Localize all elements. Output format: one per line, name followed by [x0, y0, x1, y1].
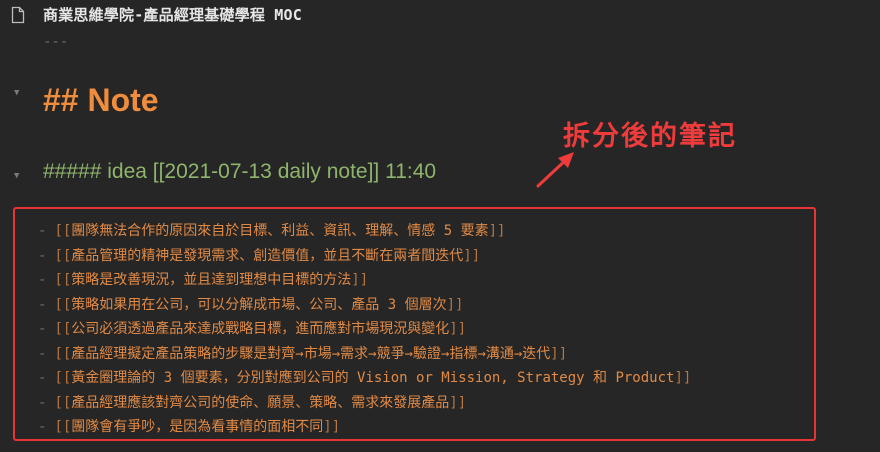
annotation-label: 拆分後的筆記: [563, 121, 737, 152]
list-bullet: -: [38, 272, 47, 288]
link-close-bracket: ]]: [674, 370, 692, 386]
link-open-bracket: [[: [54, 419, 72, 435]
link-close-bracket: ]]: [550, 345, 568, 362]
fold-toggle-icon[interactable]: ▼: [14, 171, 19, 181]
internal-link[interactable]: 團隊會有爭吵，是因為看事情的面相不同: [71, 419, 323, 435]
internal-link[interactable]: 策略如果用在公司，可以分解成市場、公司、產品 3 個層次: [71, 297, 446, 313]
internal-link[interactable]: 團隊無法合作的原因來自於目標、利益、資訊、理解、情感 5 要素: [71, 223, 488, 239]
list-item: - [[策略是改善現況，並且達到理想中目標的方法]]: [38, 268, 691, 293]
link-close-bracket: ]]: [488, 223, 506, 239]
list-bullet: -: [38, 394, 47, 411]
list-item: - [[團隊會有爭吵，是因為看事情的面相不同]]: [38, 415, 691, 440]
list-item: - [[產品管理的精神是發現需求、創造價值，並且不斷在兩者間迭代]]: [38, 244, 691, 269]
internal-link[interactable]: 黃金圈理論的 3 個要素，分別對應到公司的 Vision or Mission,…: [71, 370, 674, 386]
link-close-bracket: ]]: [323, 419, 341, 435]
internal-link[interactable]: 產品管理的精神是發現需求、創造價值，並且不斷在兩者間迭代: [71, 248, 463, 264]
link-open-bracket: [[: [54, 394, 72, 411]
link-close-bracket: ]]: [449, 394, 467, 411]
link-open-bracket: [[: [54, 272, 72, 288]
list-bullet: -: [38, 247, 47, 264]
link-open-bracket: [[: [54, 247, 72, 264]
frontmatter-separator: ---: [43, 34, 69, 50]
annotation-arrow-icon: [536, 152, 574, 188]
file-icon: [11, 6, 25, 24]
heading-note[interactable]: ## Note: [43, 82, 159, 119]
list-item: - [[團隊無法合作的原因來自於目標、利益、資訊、理解、情感 5 要素]]: [38, 219, 691, 244]
title-bar: 商業思維學院-產品經理基礎學程 MOC: [0, 0, 880, 30]
internal-link[interactable]: 公司必須透過產品來達成戰略目標，進而應對市場現況與變化: [71, 321, 449, 337]
list-item: - [[公司必須透過產品來達成戰略目標，進而應對市場現況與變化]]: [38, 317, 691, 342]
link-open-bracket: [[: [54, 223, 72, 239]
list-bullet: -: [38, 419, 47, 435]
link-close-bracket: ]]: [449, 321, 467, 337]
internal-link[interactable]: 產品經理應該對齊公司的使命、願景、策略、需求來發展產品: [71, 395, 449, 411]
link-open-bracket: [[: [54, 296, 72, 313]
note-title[interactable]: 商業思維學院-產品經理基礎學程 MOC: [43, 4, 302, 25]
list-bullet: -: [38, 223, 47, 239]
list-bullet: -: [38, 370, 47, 386]
list-item: - [[策略如果用在公司，可以分解成市場、公司、產品 3 個層次]]: [38, 293, 691, 318]
link-open-bracket: [[: [54, 370, 72, 386]
heading-idea[interactable]: ##### idea [[2021-07-13 daily note]] 11:…: [43, 160, 436, 184]
internal-link[interactable]: 產品經理擬定產品策略的步驟是對齊→市場→需求→競爭→驗證→指標→溝通→迭代: [71, 346, 550, 362]
list-bullet: -: [38, 321, 47, 337]
list-bullet: -: [38, 345, 47, 362]
link-close-bracket: ]]: [351, 272, 369, 288]
list-bullet: -: [38, 296, 47, 313]
list-item: - [[黃金圈理論的 3 個要素，分別對應到公司的 Vision or Missi…: [38, 366, 691, 391]
internal-link[interactable]: 策略是改善現況，並且達到理想中目標的方法: [71, 272, 351, 288]
link-open-bracket: [[: [54, 321, 72, 337]
link-open-bracket: [[: [54, 345, 72, 362]
list-item: - [[產品經理擬定產品策略的步驟是對齊→市場→需求→競爭→驗證→指標→溝通→迭代…: [38, 342, 691, 367]
list-item: - [[產品經理應該對齊公司的使命、願景、策略、需求來發展產品]]: [38, 391, 691, 416]
link-close-bracket: ]]: [463, 247, 481, 264]
note-link-list: - [[團隊無法合作的原因來自於目標、利益、資訊、理解、情感 5 要素]] - [[產…: [38, 219, 691, 440]
fold-toggle-icon[interactable]: ▼: [14, 88, 19, 98]
link-close-bracket: ]]: [446, 296, 464, 313]
